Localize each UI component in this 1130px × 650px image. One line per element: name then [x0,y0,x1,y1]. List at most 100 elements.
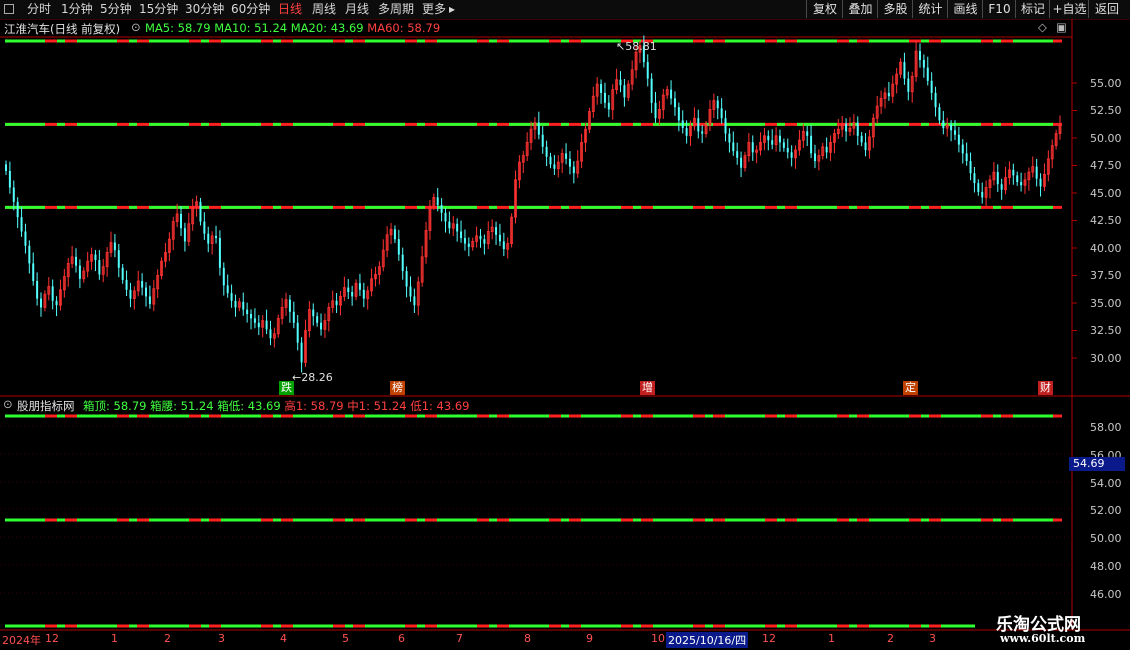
mid1-value: 中1: 51.24 [347,399,407,413]
y-tick: 37.50 [1090,269,1122,282]
candle-body [541,134,544,147]
candle-body [926,67,929,81]
candle-body [957,134,960,145]
candle-body [242,301,245,310]
x-label: 5 [342,632,349,645]
candle-body [810,135,813,154]
event-badge-cai[interactable]: 财 [1038,381,1053,395]
candle-body [401,254,404,272]
candle-body [312,309,315,317]
candle-body [1039,178,1042,187]
y-tick: 55.00 [1090,77,1122,90]
candle-body [996,172,999,185]
candle-body [113,242,116,251]
candle-body [697,118,700,132]
candle-body [94,254,97,261]
candle-body [825,146,828,153]
y-tick: 50.00 [1090,132,1122,145]
event-badge-die[interactable]: 跌 [279,381,294,395]
candle-body [5,164,7,171]
indicator-collapse-icon[interactable]: ⊙ [3,397,13,411]
candle-body [568,158,571,167]
candle-body [1012,169,1015,176]
candle-body [922,59,925,68]
candle-body [961,144,964,154]
cursor-value-label: 54.69 [1069,457,1125,471]
candle-body [720,108,723,119]
candle-body [565,153,568,159]
box-top-value: 箱顶: 58.79 [83,399,147,413]
candle-body [288,299,291,312]
candle-body [1020,182,1023,186]
ind-y-tick: 48.00 [1090,560,1122,573]
candle-body [32,263,35,281]
candle-body [222,267,225,286]
candle-body [246,309,249,314]
candle-body [296,322,299,343]
box-lines [5,39,1062,628]
candle-body [463,238,466,244]
candle-body [790,152,793,158]
panel-borders [0,19,1130,631]
candle-body [129,289,132,299]
candle-body [265,320,268,330]
candle-body [930,80,933,93]
candle-body [907,78,910,92]
candle-body [141,281,144,288]
candle-body [183,228,186,242]
candle-body [600,84,603,93]
candle-body [250,314,253,319]
candle-body [545,146,548,157]
candle-body [440,205,443,213]
candle-body [20,217,23,232]
event-badge-bang[interactable]: 榜 [390,381,405,395]
x-label: 9 [586,632,593,645]
box-mid-value: 箱腰: 51.24 [150,399,214,413]
candle-body [681,120,684,129]
candle-body [685,128,688,136]
candle-body [234,300,237,308]
candle-body [145,287,148,297]
candle-body [335,300,338,306]
event-badge-zeng[interactable]: 增 [640,381,655,395]
candle-body [969,161,972,174]
x-label: 4 [280,632,287,645]
candle-body [887,92,890,97]
x-label: 8 [524,632,531,645]
candle-body [358,283,361,290]
candle-body [448,221,451,229]
low-price-marker: ←28.26 [292,371,333,384]
candle-body [813,153,816,162]
candle-body [405,271,408,287]
candle-body [673,98,676,108]
y-tick: 30.00 [1090,352,1122,365]
candle-body [36,281,39,299]
candle-body [8,171,11,188]
candle-body [397,239,400,255]
candle-body [362,289,365,299]
ind-y-tick: 58.00 [1090,421,1122,434]
candle-body [207,233,210,244]
candle-body [483,239,486,244]
event-badge-ding[interactable]: 定 [903,381,918,395]
candle-body [203,221,206,234]
high-price-marker: ↖58.81 [616,40,657,53]
candle-body [16,201,19,218]
candle-body [121,267,124,280]
candle-body [973,173,976,184]
candle-body [316,316,319,323]
candle-body [117,250,120,268]
candle-body [903,62,906,79]
candle-body [553,164,556,169]
candle-body [603,92,606,103]
candle-body [1000,184,1003,190]
candle-body [460,231,463,239]
candle-body [1035,166,1038,179]
x-label: 12 [762,632,776,645]
candle-body [292,311,295,323]
ind-y-tick: 50.00 [1090,532,1122,545]
low1-value: 低1: 43.69 [410,399,470,413]
indicator-name[interactable]: 股朋指标网 [17,398,75,414]
candle-body [953,130,956,135]
candle-body [180,213,183,229]
